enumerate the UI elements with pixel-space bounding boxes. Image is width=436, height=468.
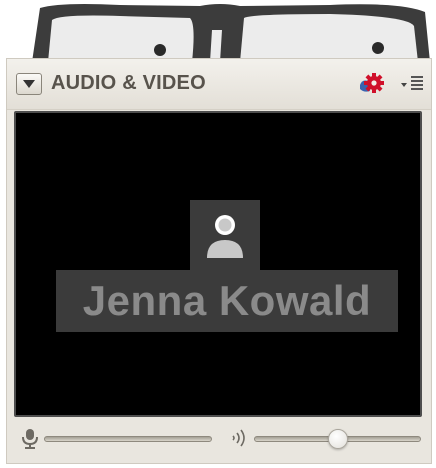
collapse-button[interactable] <box>16 73 42 95</box>
triangle-down-icon <box>23 80 35 88</box>
speaker-icon[interactable] <box>229 427 249 449</box>
audio-video-panel: AUDIO & VIDEO Jenna Kowald <box>6 58 432 464</box>
video-feed: Jenna Kowald <box>14 111 422 417</box>
speaker-volume-knob[interactable] <box>327 429 348 449</box>
gear-icon <box>360 73 384 93</box>
settings-button[interactable] <box>358 71 386 97</box>
glasses-icon <box>32 4 430 62</box>
microphone-icon[interactable] <box>21 427 39 449</box>
panel-header: AUDIO & VIDEO <box>7 59 431 110</box>
audio-controls <box>7 421 431 463</box>
panel-menu-button[interactable] <box>399 73 425 95</box>
participant-name: Jenna Kowald <box>56 270 398 332</box>
app-window: AUDIO & VIDEO Jenna Kowald <box>0 0 436 468</box>
background-glasses-illustration <box>0 0 436 62</box>
user-silhouette-icon <box>207 215 243 258</box>
list-menu-icon <box>401 76 423 90</box>
panel-title: AUDIO & VIDEO <box>51 72 206 94</box>
microphone-volume-slider[interactable] <box>44 436 212 442</box>
speaker-volume-slider[interactable] <box>254 429 421 449</box>
avatar <box>190 200 260 270</box>
